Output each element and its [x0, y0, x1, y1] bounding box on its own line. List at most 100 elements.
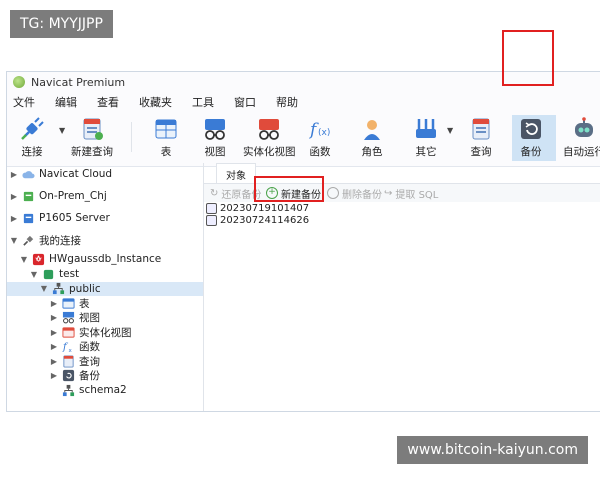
chevron-right-icon[interactable]: ▶ — [49, 342, 59, 351]
tree-item-label: Navicat Cloud — [39, 168, 113, 180]
tree-item-backups[interactable]: ▶ 备份 — [7, 369, 203, 384]
chevron-down-icon[interactable]: ▼ — [39, 284, 49, 293]
chevron-right-icon[interactable]: ▶ — [49, 357, 59, 366]
materialized-view-label: 实体化视图 — [243, 146, 296, 158]
backup-icon — [62, 370, 75, 382]
toolbar-separator — [131, 122, 132, 152]
view-icon — [62, 312, 75, 324]
materialized-view-icon — [259, 119, 280, 140]
backup-file-icon — [206, 215, 217, 226]
chevron-right-icon[interactable]: ▶ — [9, 214, 19, 223]
extract-sql-button[interactable]: ↪ 提取 SQL — [384, 186, 438, 201]
connect-button[interactable]: 连接 — [19, 116, 45, 159]
query-button[interactable]: 查询 — [468, 116, 494, 159]
menu-edit[interactable]: 编辑 — [55, 94, 77, 110]
chevron-right-icon[interactable]: ▶ — [49, 313, 59, 322]
tree-item-label: 实体化视图 — [79, 326, 132, 339]
tree-item-my-connections[interactable]: ▼ 我的连接 — [7, 229, 203, 251]
navicat-window: Navicat Premium 文件 编辑 查看 收藏夹 工具 窗口 帮助 连接… — [6, 71, 600, 412]
chevron-down-icon[interactable]: ▼ — [29, 270, 39, 279]
view-button[interactable]: 视图 — [202, 116, 228, 159]
connect-label: 连接 — [21, 146, 43, 158]
tree-item-hwgaussdb[interactable]: ▼ HWgaussdb_Instance — [7, 251, 203, 267]
materialized-view-button[interactable]: 实体化视图 — [243, 116, 296, 159]
backup-label: 备份 — [520, 146, 542, 158]
chevron-down-icon[interactable]: ▼ — [19, 255, 29, 264]
other-button[interactable]: 其它 — [413, 116, 439, 159]
menu-file[interactable]: 文件 — [13, 94, 35, 110]
function-icon: f (x) — [308, 120, 330, 140]
chevron-right-icon[interactable]: ▶ — [9, 170, 19, 179]
chevron-right-icon[interactable]: ▶ — [49, 328, 59, 337]
watermark-bottom: www.bitcoin-kaiyun.com — [397, 436, 588, 464]
function-button[interactable]: f (x) 函数 — [307, 116, 333, 159]
materialized-view-icon — [62, 327, 75, 338]
tools-icon — [416, 119, 436, 138]
tree-item-schema2[interactable]: schema2 — [7, 383, 203, 398]
chevron-down-icon[interactable]: ▼ — [447, 126, 453, 135]
table-icon — [62, 298, 75, 309]
function-label: 函数 — [309, 146, 331, 158]
tree-item-tables[interactable]: ▶ 表 — [7, 296, 203, 311]
tree-item-functions[interactable]: ▶ fx 函数 — [7, 340, 203, 355]
role-button[interactable]: 角色 — [359, 116, 385, 159]
autorun-button[interactable]: 自动运行 — [563, 116, 600, 159]
backup-button[interactable]: 备份 — [518, 116, 544, 159]
other-label: 其它 — [415, 146, 437, 158]
tree-item-navicat-cloud[interactable]: ▶ Navicat Cloud — [7, 163, 203, 185]
backup-file-name: 20230719101407 — [220, 203, 310, 214]
tree-item-views[interactable]: ▶ 视图 — [7, 311, 203, 326]
delete-backup-button[interactable]: 删除备份 — [327, 186, 382, 201]
chevron-down-icon[interactable]: ▼ — [59, 126, 65, 135]
cloud-icon — [22, 170, 35, 178]
schema-icon — [52, 283, 65, 295]
chevron-right-icon[interactable]: ▶ — [9, 192, 19, 201]
tree-item-label: test — [59, 268, 80, 281]
chevron-down-icon[interactable]: ▼ — [9, 236, 19, 245]
tree-item-on-prem[interactable]: ▶ On-Prem_Chj — [7, 185, 203, 207]
menu-favorites[interactable]: 收藏夹 — [139, 94, 172, 110]
chevron-right-icon[interactable]: ▶ — [49, 299, 59, 308]
arrow-icon: ↪ — [384, 187, 393, 199]
autorun-label: 自动运行 — [563, 146, 600, 158]
query-label: 查询 — [470, 146, 492, 158]
menu-window[interactable]: 窗口 — [234, 94, 256, 110]
tree-item-label: P1605 Server — [39, 212, 110, 224]
menu-help[interactable]: 帮助 — [276, 94, 298, 110]
menu-tools[interactable]: 工具 — [192, 94, 214, 110]
tree-item-label: 我的连接 — [39, 234, 81, 247]
tree-item-label: public — [69, 282, 101, 295]
tree-item-test[interactable]: ▼ test — [7, 267, 203, 282]
chevron-right-icon[interactable]: ▶ — [49, 371, 59, 380]
svg-text:x: x — [69, 348, 73, 353]
role-icon — [364, 120, 380, 140]
list-item[interactable]: 20230724114626 — [206, 215, 309, 226]
new-query-button[interactable]: 新建查询 — [71, 116, 113, 159]
watermark-top: TG: MYYJJPP — [10, 10, 113, 38]
huawei-icon — [32, 253, 45, 265]
menu-view[interactable]: 查看 — [97, 94, 119, 110]
connection-icon — [23, 235, 34, 246]
highlight-box-new-backup — [254, 176, 324, 202]
server-icon — [23, 213, 34, 223]
tree-item-materialized-views[interactable]: ▶ 实体化视图 — [7, 325, 203, 340]
tree-item-label: On-Prem_Chj — [39, 190, 107, 202]
backup-icon — [521, 119, 541, 139]
tree-item-label: 表 — [79, 297, 90, 310]
table-label: 表 — [160, 146, 172, 158]
tree-item-label: 备份 — [79, 370, 100, 383]
database-icon — [43, 269, 54, 279]
tree-item-queries[interactable]: ▶ 查询 — [7, 354, 203, 369]
tab-objects[interactable]: 对象 — [216, 163, 256, 184]
minus-circle-icon — [327, 187, 339, 199]
query-icon — [472, 118, 490, 140]
role-label: 角色 — [361, 146, 383, 158]
tree-item-label: 查询 — [79, 355, 100, 368]
list-item[interactable]: 20230719101407 — [206, 203, 309, 214]
view-label: 视图 — [204, 146, 226, 158]
tree-item-p1605[interactable]: ▶ P1605 Server — [7, 207, 203, 229]
query-icon — [63, 355, 74, 368]
tree-item-public[interactable]: ▼ public — [7, 281, 203, 296]
table-button[interactable]: 表 — [153, 116, 179, 159]
table-icon — [155, 119, 177, 139]
